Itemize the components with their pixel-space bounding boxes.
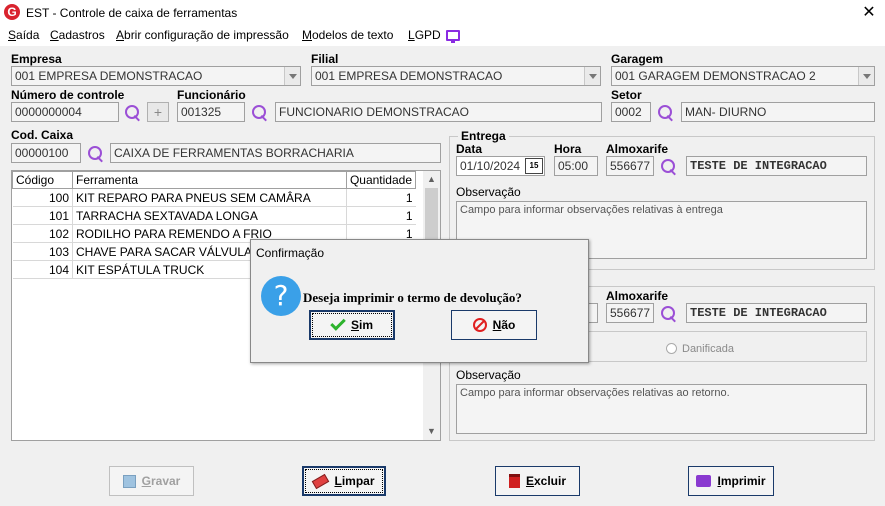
search-icon[interactable] [657, 104, 675, 122]
almoxarife-entrega-label: Almoxarife [606, 142, 669, 156]
hora-entrega-field[interactable]: 05:00 [554, 156, 598, 176]
danificada-radio[interactable] [666, 343, 677, 354]
check-icon [330, 315, 346, 331]
nao-label: Não [492, 318, 516, 332]
menu-modelos-texto[interactable]: Modelos de texto [302, 28, 393, 42]
imprimir-label: Imprimir [717, 474, 766, 488]
search-icon[interactable] [660, 158, 678, 176]
funcionario-code-field[interactable]: 001325 [177, 102, 245, 122]
limpar-button[interactable]: Limpar [302, 466, 386, 496]
cod-caixa-field[interactable]: 00000100 [11, 143, 81, 163]
close-button[interactable]: ✕ [856, 2, 882, 24]
menu-bar: Saída Cadastros Abrir configuração de im… [0, 26, 885, 46]
observacao-retorno-label: Observação [456, 368, 521, 382]
cell-codigo: 102 [12, 224, 73, 243]
entrega-title: Entrega [458, 129, 509, 143]
confirmation-dialog: Confirmação ? Deseja imprimir o termo de… [250, 239, 589, 363]
chevron-down-icon[interactable] [284, 67, 300, 85]
table-row[interactable]: 100 KIT REPARO PARA PNEUS SEM CAMÂRA 1 [12, 188, 416, 207]
almoxarife-entrega-code-field[interactable]: 556677 [606, 156, 654, 176]
monitor-icon[interactable] [446, 30, 460, 43]
cell-codigo: 103 [12, 242, 73, 261]
search-icon[interactable] [660, 305, 678, 323]
almoxarife-retorno-name-field: TESTE DE INTEGRACAO [686, 303, 867, 323]
observacao-entrega-label: Observação [456, 185, 521, 199]
forbidden-icon [472, 318, 487, 332]
gravar-label: Gravar [141, 474, 181, 488]
empresa-select[interactable]: 001 EMPRESA DEMONSTRACAO [11, 66, 301, 86]
search-icon[interactable] [124, 104, 142, 122]
funcionario-name-field: FUNCIONARIO DEMONSTRACAO [275, 102, 602, 122]
almoxarife-retorno-label: Almoxarife [606, 289, 669, 303]
column-header-ferramenta[interactable]: Ferramenta [72, 171, 347, 189]
hora-label: Hora [554, 142, 582, 156]
setor-label: Setor [611, 88, 642, 102]
cod-caixa-label: Cod. Caixa [11, 128, 74, 142]
column-header-codigo[interactable]: Código [12, 171, 73, 189]
garagem-value: 001 GARAGEM DEMONSTRACAO 2 [615, 69, 816, 83]
save-icon [122, 474, 136, 488]
chevron-down-icon[interactable] [584, 67, 600, 85]
dialog-message: Deseja imprimir o termo de devolução? [303, 290, 522, 305]
title-bar: G EST - Controle de caixa de ferramentas… [0, 0, 885, 26]
data-entrega-value: 01/10/2024 [460, 159, 521, 173]
menu-saida[interactable]: Saída [8, 28, 39, 42]
scroll-up-icon[interactable]: ▲ [423, 171, 440, 188]
danificada-label: Danificada [682, 343, 734, 355]
question-icon: ? [261, 276, 301, 316]
add-button[interactable]: + [147, 102, 169, 122]
window-title: EST - Controle de caixa de ferramentas [26, 6, 238, 20]
filial-label: Filial [311, 52, 339, 66]
garagem-label: Garagem [611, 52, 664, 66]
cell-ferramenta: KIT REPARO PARA PNEUS SEM CAMÂRA [72, 188, 347, 207]
imprimir-button[interactable]: Imprimir [688, 466, 774, 496]
garagem-select[interactable]: 001 GARAGEM DEMONSTRACAO 2 [611, 66, 875, 86]
cell-codigo: 100 [12, 188, 73, 207]
cell-ferramenta: TARRACHA SEXTAVADA LONGA [72, 206, 347, 225]
printer-icon [696, 475, 712, 487]
cell-codigo: 104 [12, 260, 73, 279]
empresa-value: 001 EMPRESA DEMONSTRACAO [15, 69, 203, 83]
scroll-down-icon[interactable]: ▼ [423, 423, 440, 440]
menu-cadastros[interactable]: Cadastros [50, 28, 105, 42]
gravar-button[interactable]: Gravar [109, 466, 194, 496]
search-icon[interactable] [251, 104, 269, 122]
limpar-label: Limpar [334, 474, 375, 488]
cell-codigo: 101 [12, 206, 73, 225]
calendar-icon[interactable]: 15 [525, 158, 543, 174]
caixa-name-field: CAIXA DE FERRAMENTAS BORRACHARIA [110, 143, 441, 163]
almoxarife-retorno-code-field[interactable]: 556677 [606, 303, 654, 323]
column-header-quantidade[interactable]: Quantidade [345, 171, 417, 189]
sim-label: Sim [350, 318, 374, 332]
menu-lgpd[interactable]: LGPD [408, 28, 441, 42]
numero-controle-label: Número de controle [11, 88, 125, 102]
dialog-title: Confirmação [256, 246, 325, 260]
nao-button[interactable]: Não [451, 310, 537, 340]
data-label: Data [456, 142, 483, 156]
app-logo-icon: G [4, 4, 20, 20]
menu-abrir-configuracao[interactable]: Abrir configuração de impressão [116, 28, 289, 42]
filial-select[interactable]: 001 EMPRESA DEMONSTRACAO [311, 66, 601, 86]
funcionario-label: Funcionário [177, 88, 246, 102]
search-icon[interactable] [87, 145, 105, 163]
sim-button[interactable]: Sim [309, 310, 395, 340]
cell-quantidade: 1 [345, 206, 416, 225]
setor-code-field[interactable]: 0002 [611, 102, 651, 122]
almoxarife-entrega-name-field: TESTE DE INTEGRACAO [686, 156, 867, 176]
excluir-button[interactable]: Excluir [495, 466, 580, 496]
chevron-down-icon[interactable] [858, 67, 874, 85]
table-row[interactable]: 101 TARRACHA SEXTAVADA LONGA 1 [12, 206, 416, 225]
excluir-label: Excluir [525, 474, 567, 488]
eraser-icon [312, 473, 330, 489]
cell-quantidade: 1 [345, 188, 416, 207]
empresa-label: Empresa [11, 52, 62, 66]
setor-name-field: MAN- DIURNO [681, 102, 875, 122]
trash-icon [508, 474, 520, 488]
numero-controle-field[interactable]: 0000000004 [11, 102, 119, 122]
observacao-retorno-field[interactable]: Campo para informar observações relativa… [456, 384, 867, 434]
filial-value: 001 EMPRESA DEMONSTRACAO [315, 69, 503, 83]
